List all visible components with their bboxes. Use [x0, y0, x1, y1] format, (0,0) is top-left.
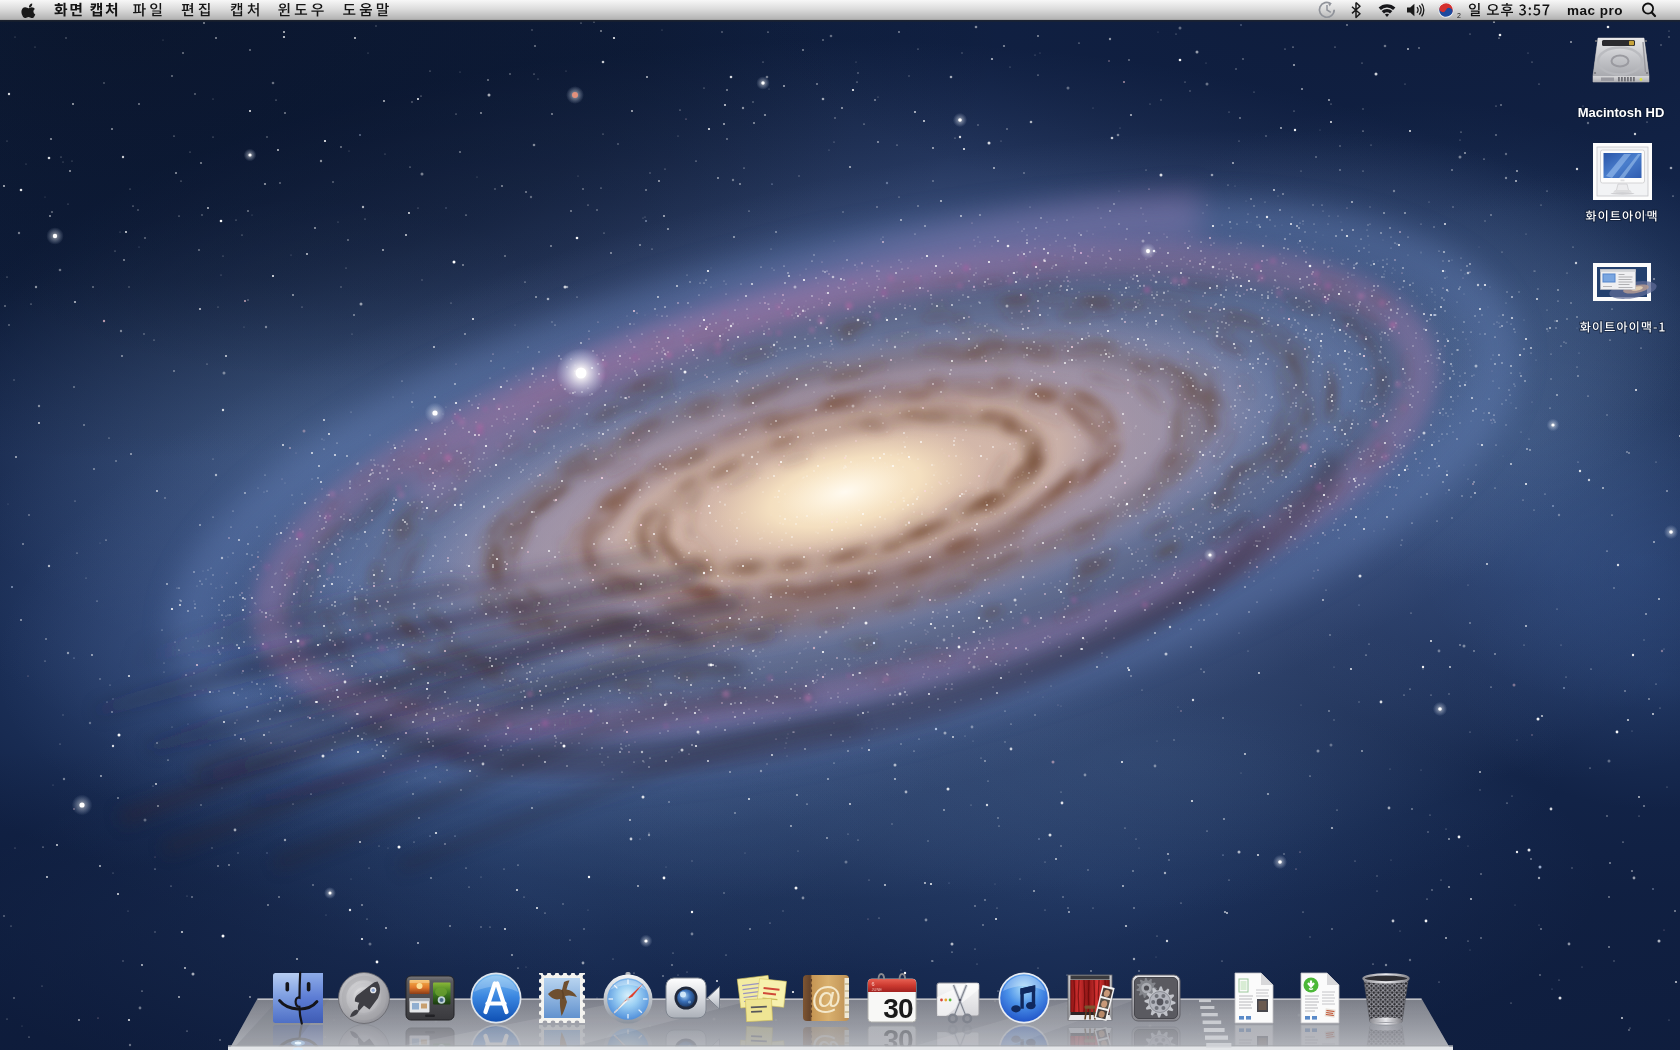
- svg-text:Macintosh HD: Macintosh HD: [1578, 105, 1665, 120]
- svg-text:mac pro: mac pro: [1567, 3, 1623, 18]
- svg-text:2: 2: [1457, 12, 1461, 19]
